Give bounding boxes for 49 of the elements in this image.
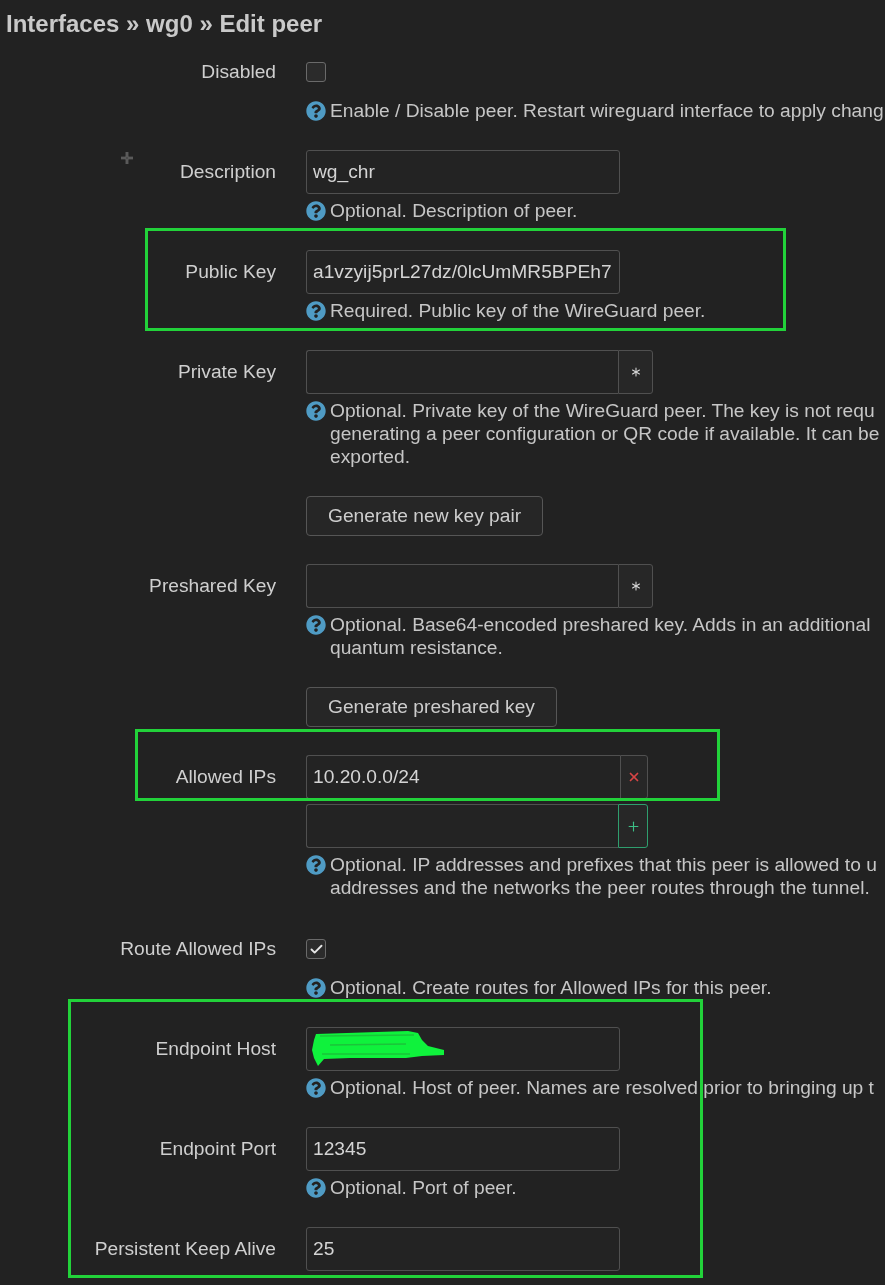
help-icon	[306, 101, 326, 121]
help-icon	[306, 978, 326, 998]
text-field[interactable]	[306, 1027, 620, 1071]
help-text: Optional. Private key of the WireGuard peer. The key is not requ generating a peer configuration or QR code if available. It can be exported.	[330, 399, 880, 468]
help-text: Required. Public key of the WireGuard peer.	[330, 299, 706, 322]
help-text: Optional. Description of peer.	[330, 199, 578, 222]
page-title: Interfaces » wg0 » Edit peer	[6, 10, 323, 38]
field-label: Route Allowed IPs	[120, 938, 276, 960]
password-field[interactable]	[306, 350, 618, 394]
field-label: Preshared Key	[149, 575, 276, 597]
help-icon	[306, 1078, 326, 1098]
text-field[interactable]: 25	[306, 1227, 620, 1271]
remove-button[interactable]	[620, 755, 648, 799]
cross-icon	[627, 770, 641, 784]
help-icon	[306, 615, 326, 635]
field-label: Allowed IPs	[175, 766, 276, 788]
field-label: Private Key	[177, 361, 276, 383]
crosshair-cursor-icon	[121, 152, 133, 164]
field-label: Endpoint Port	[159, 1138, 276, 1160]
generate-key-button[interactable]: Generate preshared key	[306, 687, 557, 727]
help-icon	[306, 201, 326, 221]
help-text: Optional. Create routes for Allowed IPs for this peer.	[330, 976, 772, 999]
checkbox[interactable]	[306, 939, 326, 959]
help-text: Optional. Host of peer. Names are resolved prior to bringing up t	[330, 1076, 874, 1099]
checkbox[interactable]	[306, 62, 326, 82]
add-button[interactable]	[618, 804, 648, 848]
field-label: Public Key	[185, 261, 276, 283]
help-text: Optional. Port of peer.	[330, 1176, 517, 1199]
help-icon	[306, 301, 326, 321]
field-label: Endpoint Host	[155, 1038, 276, 1060]
help-text: Optional. IP addresses and prefixes that this peer is allowed to u addresses and the networks the peer routes through the tunnel.	[330, 853, 877, 899]
text-field[interactable]: 12345	[306, 1127, 620, 1171]
field-label: Description	[180, 161, 276, 183]
password-field[interactable]	[306, 564, 618, 608]
text-field[interactable]: wg_chr	[306, 150, 620, 194]
generate-key-button[interactable]: Generate new key pair	[306, 496, 544, 536]
help-icon	[306, 1178, 326, 1198]
text-field[interactable]	[306, 804, 618, 848]
help-text: Optional. Base64-encoded preshared key. Adds in an additional quantum resistance.	[330, 613, 871, 659]
text-field[interactable]: a1vzyij5prL27dz/0lcUmMR5BPEh7	[306, 250, 620, 294]
help-icon	[306, 855, 326, 875]
help-icon	[306, 401, 326, 421]
reveal-button[interactable]	[618, 350, 653, 394]
field-label: Persistent Keep Alive	[94, 1238, 276, 1260]
text-field[interactable]: 10.20.0.0/24	[306, 755, 620, 799]
reveal-button[interactable]	[618, 564, 653, 608]
plus-icon	[625, 818, 641, 834]
field-label: Disabled	[201, 61, 276, 83]
help-text: Enable / Disable peer. Restart wireguard interface to apply chang	[330, 99, 884, 122]
